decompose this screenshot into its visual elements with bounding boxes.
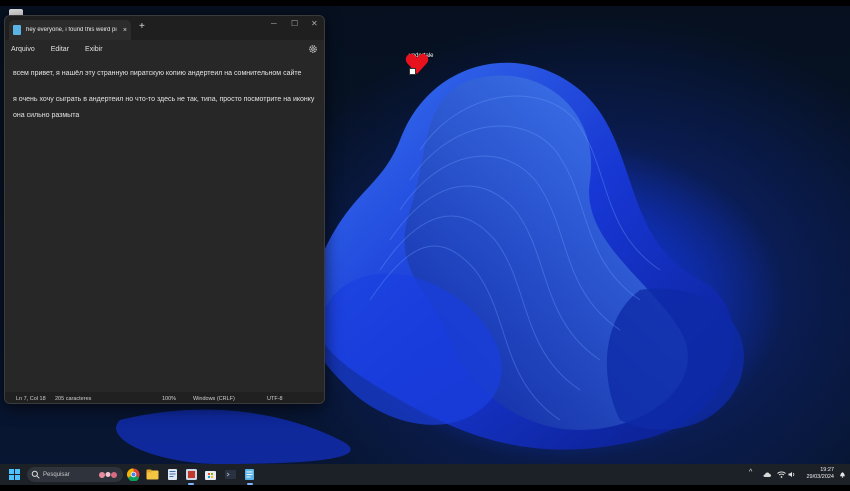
search-highlight-icon: [99, 471, 117, 478]
menu-arquivo[interactable]: Arquivo: [11, 46, 35, 53]
chrome-icon[interactable]: [127, 468, 140, 481]
close-button[interactable]: ✕: [311, 19, 318, 28]
windows-start-icon[interactable]: [9, 469, 20, 480]
tab-title: hey everyone, i found this weird pi: [26, 27, 117, 33]
search-icon: [31, 470, 40, 479]
status-encoding[interactable]: UTF-8: [267, 396, 283, 402]
file-explorer-icon[interactable]: [146, 468, 159, 481]
status-line-ending[interactable]: Windows (CRLF): [193, 396, 235, 402]
status-position: Ln 7, Col 18: [16, 396, 46, 402]
taskbar: Pesquisar ^ 19:27 29/03/2024: [0, 464, 850, 485]
menu-exibir[interactable]: Exibir: [85, 46, 103, 53]
store-icon[interactable]: [204, 468, 217, 481]
menu-bar: Arquivo Editar Exibir: [5, 40, 324, 58]
wifi-icon[interactable]: [777, 471, 786, 478]
onedrive-icon[interactable]: [763, 471, 772, 478]
tab-document[interactable]: hey everyone, i found this weird pi ×: [9, 20, 131, 40]
notepad-icon: [13, 25, 21, 35]
clock-time: 19:27: [820, 467, 834, 473]
tray-chevron-icon[interactable]: ^: [749, 469, 752, 476]
maximize-button[interactable]: ☐: [291, 19, 298, 28]
status-char-count: 205 caracteres: [55, 396, 92, 402]
shortcut-arrow-icon: [409, 68, 416, 75]
notepad-window: hey everyone, i found this weird pi × + …: [4, 15, 325, 404]
gear-icon[interactable]: [308, 44, 318, 54]
clock-date: 29/03/2024: [806, 474, 834, 480]
undertale-shortcut[interactable]: undertale: [405, 52, 437, 75]
notepad-icon[interactable]: [243, 468, 256, 481]
text-line-1: всем привет, я нашёл эту странную пиратс…: [13, 70, 302, 77]
bottom-letterbox: [0, 485, 850, 491]
notification-bell-icon[interactable]: [839, 471, 846, 478]
text-line-3: она сильно размыта: [13, 112, 80, 119]
status-bar: Ln 7, Col 18 205 caracteres 100% Windows…: [5, 392, 324, 403]
new-tab-button[interactable]: +: [139, 21, 145, 32]
top-letterbox: [0, 0, 850, 6]
active-app-icon[interactable]: [185, 468, 198, 481]
text-editor[interactable]: всем привет, я нашёл эту странную пиратс…: [5, 58, 324, 392]
notepad-alt-icon[interactable]: [166, 468, 179, 481]
clock[interactable]: 19:27 29/03/2024: [796, 467, 834, 481]
minimize-button[interactable]: ─: [271, 19, 277, 28]
status-zoom[interactable]: 100%: [162, 396, 176, 402]
volume-icon[interactable]: [788, 471, 796, 478]
title-bar[interactable]: hey everyone, i found this weird pi × + …: [5, 16, 324, 40]
search-placeholder: Pesquisar: [43, 471, 70, 478]
search-box[interactable]: Pesquisar: [27, 467, 123, 482]
terminal-icon[interactable]: [224, 468, 237, 481]
tab-close-button[interactable]: ×: [123, 27, 127, 34]
menu-editar[interactable]: Editar: [51, 46, 69, 53]
